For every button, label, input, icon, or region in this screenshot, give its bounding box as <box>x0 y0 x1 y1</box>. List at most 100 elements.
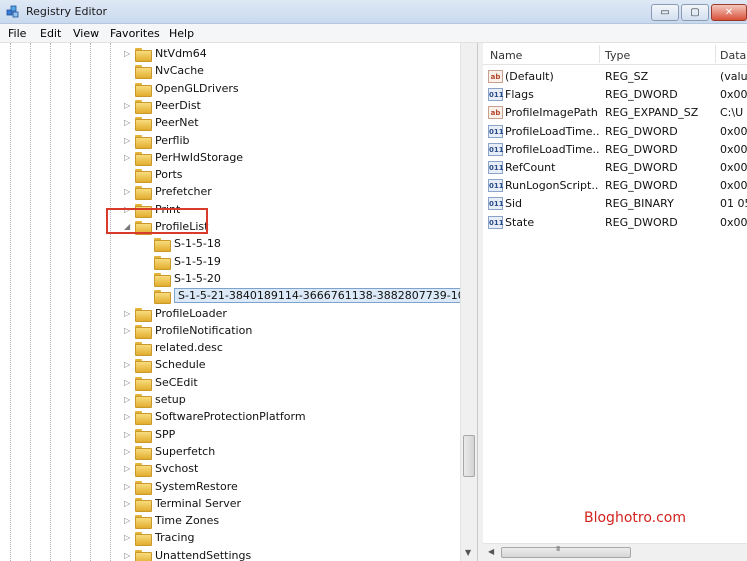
tree-expander-icon[interactable] <box>124 170 133 180</box>
value-row[interactable]: 011Sid REG_BINARY 01 05 <box>483 195 747 213</box>
folder-icon <box>135 324 152 339</box>
folder-icon <box>154 290 171 305</box>
tree-item[interactable]: ▷ SeCEdit <box>0 375 460 392</box>
minimize-button[interactable]: ▭ <box>651 4 679 21</box>
tree-expander-icon[interactable]: ▷ <box>124 118 133 128</box>
tree-expander-icon[interactable]: ▷ <box>124 447 133 457</box>
tree-item[interactable]: Ports <box>0 167 460 184</box>
tree-item[interactable]: ▷ PeerDist <box>0 98 460 115</box>
tree-item[interactable]: ▷ PeerNet <box>0 115 460 132</box>
tree-item[interactable]: ▷ NtVdm64 <box>0 46 460 63</box>
registry-editor-icon <box>6 5 19 18</box>
tree-expander-icon[interactable] <box>143 291 152 301</box>
tree-expander-icon[interactable]: ▷ <box>124 187 133 197</box>
tree-expander-icon[interactable] <box>143 239 152 249</box>
tree-expander-icon[interactable]: ▷ <box>124 360 133 370</box>
tree-item[interactable]: ▷ Prefetcher <box>0 184 460 201</box>
menu-edit[interactable]: Edit <box>40 27 61 40</box>
tree-expander-icon[interactable] <box>143 274 152 284</box>
tree-item[interactable]: ▷ SoftwareProtectionPlatform <box>0 409 460 426</box>
tree-expander-icon[interactable] <box>124 66 133 76</box>
values-list-pane[interactable]: Name Type Data ab (Default) REG_SZ (valu 011… <box>483 43 747 561</box>
tree-expander-icon[interactable]: ▷ <box>124 430 133 440</box>
list-scroll-thumb[interactable] <box>501 547 631 558</box>
binary-value-icon: 011 <box>488 88 504 102</box>
value-type: REG_DWORD <box>605 179 678 193</box>
tree-item[interactable]: S-1-5-18 <box>0 236 460 253</box>
menu-favorites[interactable]: Favorites <box>110 27 160 40</box>
tree-item-label: SoftwareProtectionPlatform <box>155 410 306 424</box>
tree-item[interactable]: ◢ ProfileList <box>0 219 460 236</box>
tree-vertical-scrollbar[interactable]: ▼ <box>460 43 477 561</box>
value-row[interactable]: 011State REG_DWORD 0x000 <box>483 214 747 232</box>
folder-icon <box>135 342 152 357</box>
tree-item[interactable]: ▷ Print <box>0 202 460 219</box>
scroll-left-icon[interactable]: ◀ <box>488 547 494 556</box>
folder-icon <box>154 255 171 270</box>
tree-expander-icon[interactable]: ▷ <box>124 533 133 543</box>
value-data: 0x000 <box>720 124 747 138</box>
tree-item[interactable]: S-1-5-21-3840189114-3666761138-388280773… <box>0 288 477 305</box>
tree-item[interactable]: ▷ SystemRestore <box>0 479 460 496</box>
tree-expander-icon[interactable]: ▷ <box>124 136 133 146</box>
tree-expander-icon[interactable]: ▷ <box>124 326 133 336</box>
tree-item[interactable]: ▷ SPP <box>0 427 460 444</box>
menu-file[interactable]: File <box>8 27 26 40</box>
value-row[interactable]: 011Flags REG_DWORD 0x000 <box>483 86 747 104</box>
tree-expander-icon[interactable]: ▷ <box>124 378 133 388</box>
tree-item[interactable]: ▷ UnattendSettings <box>0 548 460 561</box>
tree-expander-icon[interactable]: ▷ <box>124 395 133 405</box>
menu-view[interactable]: View <box>73 27 99 40</box>
tree-expander-icon[interactable]: ▷ <box>124 309 133 319</box>
tree-item[interactable]: ▷ Tracing <box>0 530 460 547</box>
tree-item[interactable]: S-1-5-20 <box>0 271 460 288</box>
tree-expander-icon[interactable] <box>124 84 133 94</box>
value-type: REG_DWORD <box>605 161 678 174</box>
key-tree-pane[interactable]: ▷ NtVdm64 NvCache OpenGLDrivers ▷ PeerDist ▷ Pe… <box>0 43 478 561</box>
column-divider[interactable] <box>599 45 600 63</box>
column-header-name[interactable]: Name <box>490 49 522 62</box>
tree-scroll-thumb[interactable] <box>463 435 475 477</box>
tree-item-label: UnattendSettings <box>155 548 252 561</box>
tree-item[interactable]: related.desc <box>0 340 460 357</box>
tree-expander-icon[interactable]: ▷ <box>124 516 133 526</box>
tree-item[interactable]: ▷ ProfileNotification <box>0 323 460 340</box>
list-horizontal-scrollbar[interactable]: ◀ III <box>483 543 747 561</box>
tree-expander-icon[interactable]: ▷ <box>124 49 133 59</box>
tree-item[interactable]: ▷ Schedule <box>0 357 460 374</box>
tree-expander-icon[interactable]: ▷ <box>124 412 133 422</box>
value-row[interactable]: 011RefCount REG_DWORD 0x000 <box>483 159 747 177</box>
value-row[interactable]: 011ProfileLoadTime... REG_DWORD 0x000 <box>483 123 747 141</box>
tree-expander-icon[interactable]: ▷ <box>124 482 133 492</box>
tree-item[interactable]: ▷ setup <box>0 392 460 409</box>
tree-expander-icon[interactable]: ▷ <box>124 551 133 561</box>
value-row[interactable]: ab ProfileImagePath REG_EXPAND_SZ C:\U <box>483 104 747 122</box>
tree-item[interactable]: OpenGLDrivers <box>0 81 460 98</box>
tree-expander-icon[interactable] <box>124 343 133 353</box>
tree-expander-icon[interactable] <box>143 257 152 267</box>
value-row[interactable]: ab (Default) REG_SZ (valu <box>483 68 747 86</box>
tree-item[interactable]: S-1-5-19 <box>0 254 460 271</box>
tree-item[interactable]: ▷ Perflib <box>0 133 460 150</box>
tree-expander-icon[interactable]: ▷ <box>124 153 133 163</box>
tree-expander-icon[interactable]: ▷ <box>124 101 133 111</box>
maximize-button[interactable]: ▢ <box>681 4 709 21</box>
column-header-type[interactable]: Type <box>605 49 630 62</box>
tree-item[interactable]: NvCache <box>0 63 460 80</box>
tree-item[interactable]: ▷ Svchost <box>0 461 460 478</box>
scroll-down-icon[interactable]: ▼ <box>465 548 471 557</box>
tree-item[interactable]: ▷ Superfetch <box>0 444 460 461</box>
value-row[interactable]: 011RunLogonScript... REG_DWORD 0x000 <box>483 177 747 195</box>
tree-item[interactable]: ▷ Terminal Server <box>0 496 460 513</box>
tree-item[interactable]: ▷ Time Zones <box>0 513 460 530</box>
menu-help[interactable]: Help <box>169 27 194 40</box>
tree-item[interactable]: ▷ PerHwIdStorage <box>0 150 460 167</box>
column-header-data[interactable]: Data <box>720 49 746 62</box>
column-divider[interactable] <box>715 45 716 63</box>
tree-item[interactable]: ▷ ProfileLoader <box>0 306 460 323</box>
value-row[interactable]: 011ProfileLoadTime... REG_DWORD 0x000 <box>483 141 747 159</box>
tree-expander-icon[interactable]: ▷ <box>124 464 133 474</box>
close-button[interactable]: ✕ <box>711 4 747 21</box>
folder-icon <box>135 376 152 391</box>
tree-expander-icon[interactable]: ▷ <box>124 499 133 509</box>
